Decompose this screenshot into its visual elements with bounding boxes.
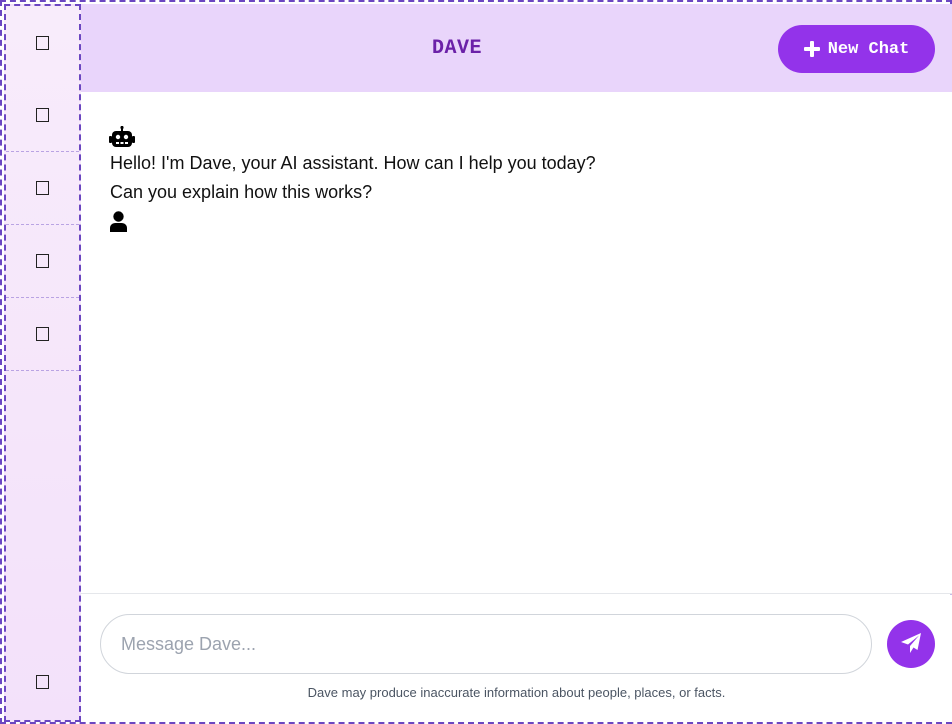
checkbox-icon — [36, 254, 49, 268]
sidebar-item-3[interactable] — [6, 152, 79, 225]
header: DAVE New Chat — [81, 4, 952, 92]
sidebar-item-4[interactable] — [6, 225, 79, 298]
sidebar-item-1[interactable] — [6, 6, 79, 79]
send-button[interactable] — [887, 620, 935, 668]
sidebar-item-bottom[interactable] — [6, 645, 79, 718]
paper-plane-icon — [900, 632, 922, 657]
sidebar-item-5[interactable] — [6, 298, 79, 371]
new-chat-button[interactable]: New Chat — [778, 25, 935, 73]
checkbox-icon — [36, 108, 49, 122]
plus-icon — [803, 41, 820, 57]
message-list: Hello! I'm Dave, your AI assistant. How … — [81, 92, 952, 594]
checkbox-icon — [36, 674, 49, 689]
user-icon — [110, 211, 127, 237]
user-message: Can you explain how this works? — [110, 182, 373, 202]
sidebar — [4, 4, 81, 722]
disclaimer: Dave may produce inaccurate information … — [307, 685, 726, 700]
new-chat-label: New Chat — [827, 39, 910, 59]
page-title: DAVE — [431, 36, 482, 60]
checkbox-icon — [36, 327, 49, 341]
app-window: DAVE New Chat Hello! I'm Dave, your AI a… — [0, 0, 952, 724]
sidebar-item-2[interactable] — [6, 79, 79, 152]
composer: Dave may produce inaccurate information … — [81, 595, 952, 722]
robot-icon — [109, 125, 135, 153]
checkbox-icon — [36, 181, 49, 195]
checkbox-icon — [36, 35, 49, 50]
assistant-message: Hello! I'm Dave, your AI assistant. How … — [110, 153, 596, 173]
message-input[interactable] — [100, 614, 872, 674]
